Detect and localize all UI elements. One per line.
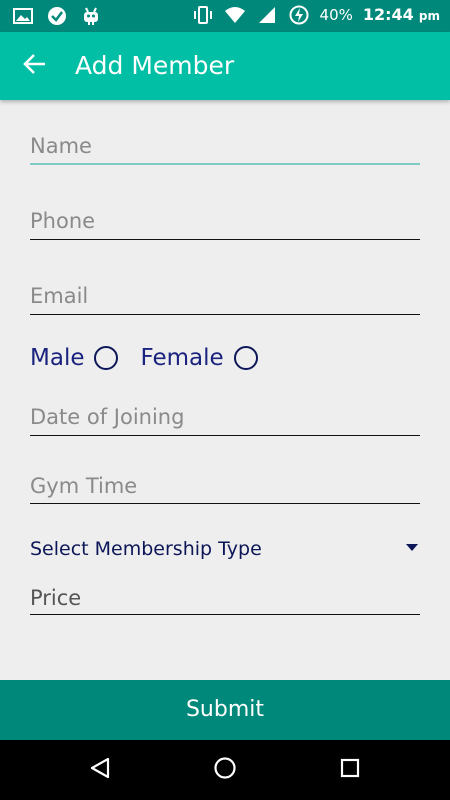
nav-home-button[interactable] bbox=[210, 755, 240, 785]
wifi-icon bbox=[224, 5, 246, 25]
price-field[interactable]: Price bbox=[30, 584, 420, 618]
battery-percent: 40% bbox=[319, 6, 353, 24]
name-placeholder: Name bbox=[30, 134, 92, 158]
price-underline bbox=[30, 614, 420, 615]
gallery-icon bbox=[12, 6, 34, 26]
status-bar: 40% 12:44 pm bbox=[0, 0, 450, 32]
phone-underline bbox=[30, 239, 420, 240]
female-radio[interactable] bbox=[233, 346, 258, 370]
nav-back-button[interactable] bbox=[85, 755, 115, 785]
membership-type-value: Select Membership Type bbox=[30, 538, 262, 560]
signal-icon bbox=[256, 5, 278, 25]
phone-placeholder: Phone bbox=[30, 209, 96, 233]
arrow-left-icon bbox=[23, 53, 47, 79]
name-underline bbox=[30, 163, 420, 165]
submit-button[interactable]: Submit bbox=[0, 680, 450, 740]
male-radio[interactable] bbox=[94, 346, 119, 370]
gender-radio-group: Male Female bbox=[30, 340, 280, 376]
name-field[interactable]: Name bbox=[30, 132, 420, 166]
male-label[interactable]: Male bbox=[30, 340, 84, 376]
app-bar: Add Member bbox=[0, 32, 450, 100]
dropdown-arrow-icon bbox=[406, 544, 418, 551]
email-field[interactable]: Email bbox=[30, 282, 420, 316]
gym-time-underline bbox=[30, 503, 420, 504]
page-title: Add Member bbox=[75, 51, 235, 80]
clock: 12:44 pm bbox=[363, 5, 440, 25]
vibrate-icon bbox=[192, 5, 214, 25]
female-label[interactable]: Female bbox=[140, 340, 223, 376]
price-value: Price bbox=[30, 586, 82, 610]
date-of-joining-underline bbox=[30, 435, 420, 436]
email-placeholder: Email bbox=[30, 284, 89, 308]
membership-type-dropdown[interactable]: Select Membership Type bbox=[30, 534, 420, 564]
android-icon bbox=[80, 6, 102, 26]
email-underline bbox=[30, 314, 420, 315]
check-icon bbox=[46, 6, 68, 26]
phone-field[interactable]: Phone bbox=[30, 207, 420, 241]
date-of-joining-placeholder: Date of Joining bbox=[30, 405, 185, 429]
navigation-bar bbox=[0, 740, 450, 800]
clock-ampm: pm bbox=[418, 9, 440, 23]
nav-recents-button[interactable] bbox=[335, 755, 365, 785]
gym-time-field[interactable]: Gym Time bbox=[30, 472, 420, 506]
date-of-joining-field[interactable]: Date of Joining bbox=[30, 403, 420, 437]
gym-time-placeholder: Gym Time bbox=[30, 474, 138, 498]
triangle-back-icon bbox=[89, 757, 111, 783]
clock-time: 12:44 bbox=[362, 5, 414, 24]
circle-home-icon bbox=[213, 756, 237, 784]
back-button[interactable] bbox=[18, 50, 52, 82]
battery-charging-icon bbox=[288, 5, 310, 25]
square-recents-icon bbox=[339, 757, 361, 783]
